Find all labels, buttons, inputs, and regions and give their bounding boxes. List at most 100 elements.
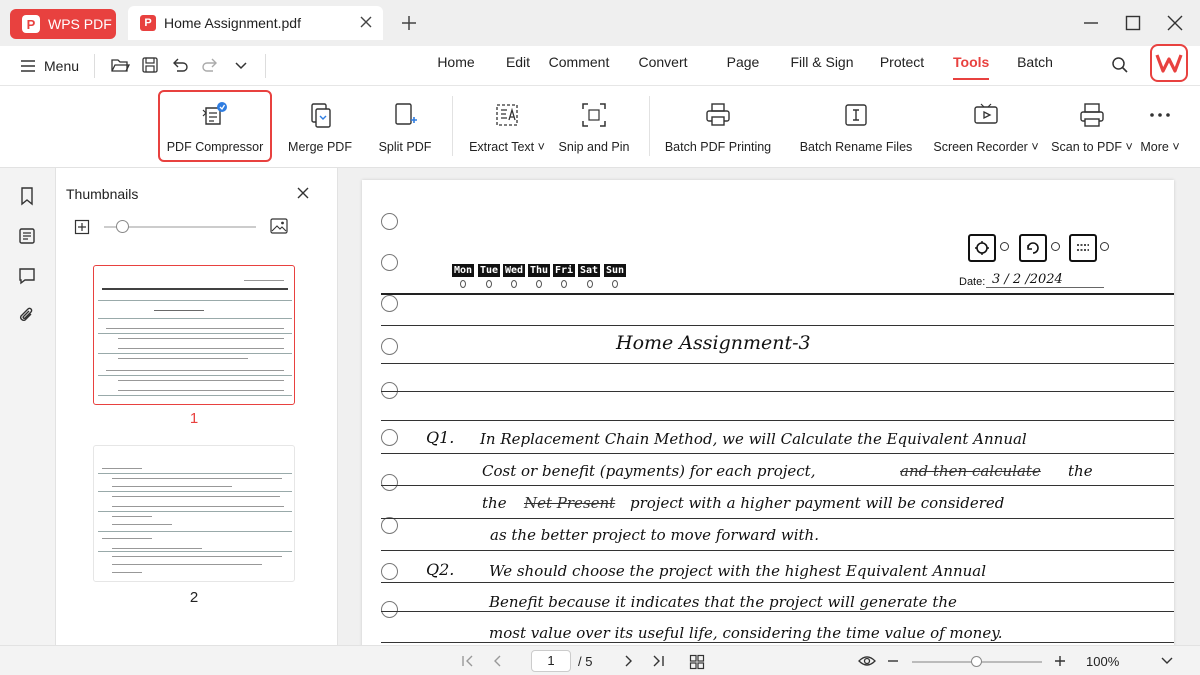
extract-text-icon <box>496 104 518 126</box>
ruled-line <box>381 420 1174 421</box>
new-tab-plus-icon[interactable] <box>399 13 419 33</box>
minimize-icon[interactable] <box>1082 14 1100 32</box>
page-thumbnail-1[interactable] <box>93 265 295 405</box>
search-icon[interactable] <box>1110 55 1130 75</box>
attachment-icon[interactable] <box>17 306 37 326</box>
answer-line: We should choose the project with the hi… <box>489 562 987 580</box>
next-page-icon[interactable] <box>620 654 636 668</box>
tool-label: Split PDF <box>378 140 432 154</box>
ruled-line <box>381 293 1174 295</box>
chevron-down-icon[interactable] <box>1160 654 1174 668</box>
answer-line: as the better project to move forward wi… <box>490 526 819 544</box>
screen-recorder-button[interactable]: Screen Recorder ˅ <box>933 92 1039 158</box>
tab-protect[interactable]: Protect <box>879 46 925 86</box>
tool-label: Batch PDF Printing <box>664 140 772 154</box>
date-label: Date: <box>959 276 986 288</box>
extract-text-button[interactable]: Extract Text ˅ <box>468 92 546 158</box>
page-number-input[interactable]: 1 <box>531 650 571 672</box>
tab-comment[interactable]: Comment <box>548 46 610 86</box>
divider <box>265 54 266 78</box>
app-tab[interactable]: P WPS PDF <box>10 9 116 39</box>
page-layout-icon[interactable] <box>689 654 705 670</box>
thumbnails-panel: Thumbnails 1 2 <box>56 168 338 645</box>
binder-ring <box>381 254 398 271</box>
tab-fill-sign[interactable]: Fill & Sign <box>790 46 854 86</box>
batch-pdf-printing-button[interactable]: Batch PDF Printing <box>662 92 774 158</box>
tool-label: Batch Rename Files <box>799 140 913 154</box>
scan-to-pdf-button[interactable]: Scan to PDF ˅ <box>1051 92 1133 158</box>
answer-line: Benefit because it indicates that the pr… <box>489 593 957 611</box>
merge-pdf-button[interactable]: Merge PDF <box>286 92 354 158</box>
fit-thumbnail-icon[interactable] <box>74 219 90 235</box>
tool-label: Snip and Pin <box>558 140 630 154</box>
undo-icon[interactable] <box>170 55 190 75</box>
comment-icon[interactable] <box>17 266 37 286</box>
pdf-file-icon: P <box>140 15 156 31</box>
tab-home[interactable]: Home <box>436 46 476 86</box>
maximize-icon[interactable] <box>1124 14 1142 32</box>
compress-icon <box>202 102 227 125</box>
split-pdf-button[interactable]: Split PDF <box>376 92 434 158</box>
wps-office-logo-icon[interactable] <box>1150 44 1188 82</box>
close-tab-icon[interactable] <box>359 15 373 29</box>
tab-page[interactable]: Page <box>726 46 760 86</box>
panel-title: Thumbnails <box>66 186 139 202</box>
date-value: 3 / 2 /2024 <box>992 272 1063 287</box>
binder-ring <box>381 601 398 618</box>
day-label: Wed <box>503 264 526 277</box>
thumbnails-panel-icon[interactable] <box>17 226 37 246</box>
more-tools-button[interactable]: More ˅ <box>1138 92 1182 158</box>
open-folder-icon[interactable] <box>110 55 130 75</box>
ruled-line <box>381 582 1174 583</box>
pdf-compressor-button[interactable]: PDF Compressor <box>158 90 272 162</box>
tab-convert[interactable]: Convert <box>637 46 689 86</box>
binder-ring <box>381 295 398 312</box>
binder-ring <box>381 474 398 491</box>
pictogram-marker <box>1100 242 1109 251</box>
close-window-icon[interactable] <box>1166 14 1184 32</box>
divider <box>452 96 453 156</box>
close-panel-icon[interactable] <box>296 186 310 200</box>
tab-tools[interactable]: Tools <box>953 46 989 86</box>
binder-ring <box>381 517 398 534</box>
zoom-in-icon[interactable] <box>1053 654 1067 668</box>
redo-icon[interactable] <box>200 55 220 75</box>
slider-handle[interactable] <box>116 220 129 233</box>
zoom-out-icon[interactable] <box>886 654 900 668</box>
document-viewer[interactable]: Mon Tue Wed Thu Fri Sat Sun Date: 3 / 2 … <box>338 168 1200 645</box>
binder-ring <box>381 213 398 230</box>
answer-line: Cost or benefit (payments) for each proj… <box>482 462 816 480</box>
ruled-line <box>381 453 1174 454</box>
page-thumbnail-2[interactable] <box>93 445 295 582</box>
day-label: Fri <box>553 264 576 277</box>
zoom-slider-handle[interactable] <box>971 656 982 667</box>
batch-rename-files-button[interactable]: Batch Rename Files <box>800 92 912 158</box>
day-label: Sat <box>578 264 601 277</box>
notebook-pictogram-icon <box>968 234 996 262</box>
tab-edit[interactable]: Edit <box>503 46 533 86</box>
screen-recorder-icon <box>974 103 998 124</box>
day-label: Thu <box>528 264 551 277</box>
status-bar: 1 / 5 100% <box>0 645 1200 675</box>
divider <box>649 96 650 156</box>
snip-and-pin-button[interactable]: Snip and Pin <box>556 92 632 158</box>
notebook-pictogram-icon <box>1019 234 1047 262</box>
eye-icon[interactable] <box>858 654 876 668</box>
tool-label: Screen Recorder ˅ <box>933 140 1039 154</box>
first-page-icon[interactable] <box>460 654 476 668</box>
answer-line: In Replacement Chain Method, we will Cal… <box>480 430 1027 448</box>
document-tab[interactable]: P Home Assignment.pdf <box>128 6 383 40</box>
chevron-down-icon[interactable] <box>232 55 250 75</box>
save-icon[interactable] <box>140 55 160 75</box>
tab-batch[interactable]: Batch <box>1016 46 1054 86</box>
tool-label: Scan to PDF ˅ <box>1051 140 1133 154</box>
menu-button[interactable]: Menu <box>20 54 79 78</box>
bookmark-icon[interactable] <box>17 186 37 206</box>
last-page-icon[interactable] <box>650 654 666 668</box>
previous-page-icon[interactable] <box>490 654 506 668</box>
binder-ring <box>381 563 398 580</box>
image-view-icon[interactable] <box>270 218 288 234</box>
notebook-pictogram-icon <box>1069 234 1097 262</box>
answer-line: the <box>1068 462 1093 480</box>
app-name: WPS PDF <box>48 16 112 32</box>
